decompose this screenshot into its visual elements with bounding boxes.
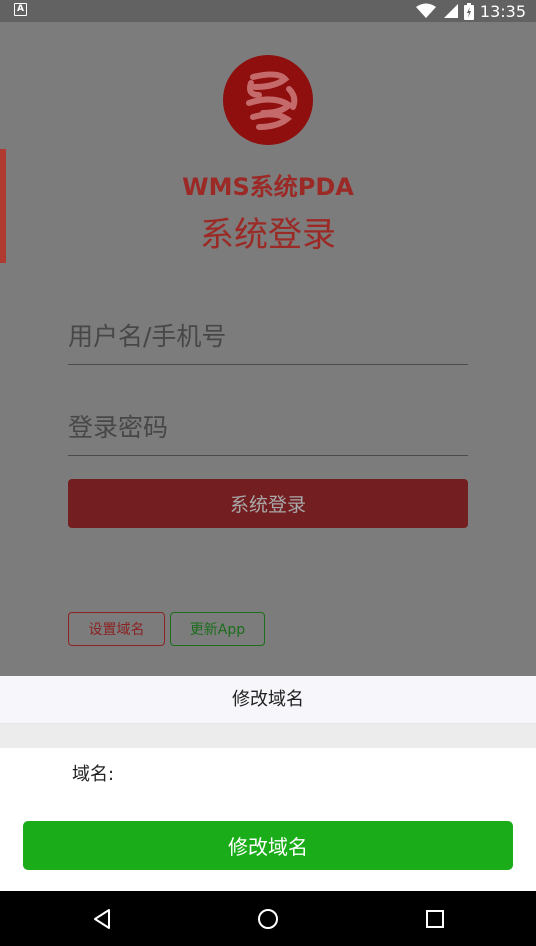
password-field[interactable] [68,400,468,456]
set-domain-button[interactable]: 设置域名 [68,612,165,646]
back-icon[interactable] [72,891,132,946]
username-field[interactable] [68,309,468,365]
password-input[interactable] [68,400,468,455]
edit-domain-sheet: 修改域名 域名: 修改域名 [0,676,536,891]
edit-domain-button[interactable]: 修改域名 [23,821,513,870]
signal-icon [442,3,458,19]
home-icon[interactable] [238,891,298,946]
navigation-bar [0,891,536,946]
app-logo [223,55,313,145]
sheet-title: 修改域名 [0,676,536,724]
app-title: WMS系统PDA [182,173,354,201]
sheet-divider [0,724,536,748]
update-app-button[interactable]: 更新App [170,612,265,646]
status-indicators: 13:35 [415,0,526,22]
battery-icon [463,2,474,20]
domain-input[interactable] [126,754,506,790]
page-title: 系统登录 [200,215,336,255]
status-time: 13:35 [479,1,526,21]
status-bar: A 13:35 [0,0,536,22]
wifi-icon [415,3,436,19]
domain-label: 域名: [72,764,115,785]
recent-apps-icon[interactable] [405,891,465,946]
login-page: WMS系统PDA 系统登录 系统登录 设置域名 更新App [0,22,536,676]
login-button[interactable]: 系统登录 [68,479,468,528]
app-notification-icon: A [14,3,27,16]
username-input[interactable] [68,309,468,364]
